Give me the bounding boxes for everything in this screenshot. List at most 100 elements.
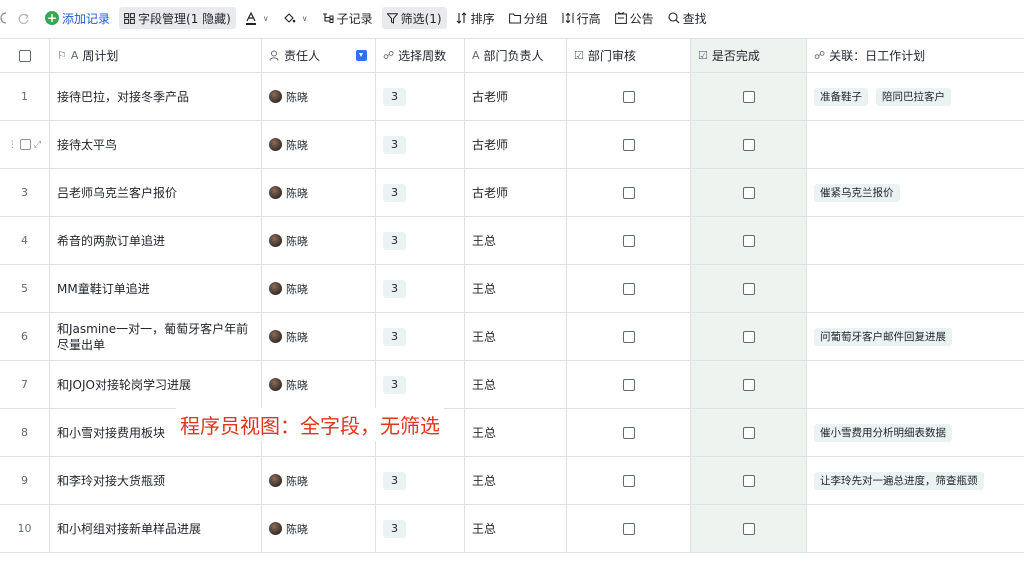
sub-record-button[interactable]: 子记录 xyxy=(317,7,378,29)
linked-record-tag[interactable]: 陪同巴拉客户 xyxy=(876,87,951,106)
table-row[interactable]: 8 和小雪对接费用板块 王总 催小雪费用分析明细表数据 xyxy=(0,409,1024,457)
owner-cell[interactable]: 陈晓 xyxy=(262,457,376,504)
plan-cell[interactable]: 吕老师乌克兰客户报价 xyxy=(50,169,262,216)
dept-head-cell[interactable]: 古老师 xyxy=(465,169,567,216)
owner-chip[interactable]: 陈晓 xyxy=(269,89,308,105)
owner-chip[interactable]: 陈晓 xyxy=(269,329,308,345)
week-cell[interactable]: 3 xyxy=(376,217,465,264)
week-cell[interactable]: 3 xyxy=(376,73,465,120)
table-row[interactable]: ⋮ ⤢ 接待太平鸟 陈晓 3 古老师 xyxy=(0,121,1024,169)
row-number-cell[interactable]: 4 xyxy=(0,217,50,264)
week-tag[interactable]: 3 xyxy=(383,231,406,250)
field-manage-button[interactable]: 字段管理(1 隐藏) xyxy=(119,7,236,29)
owner-chip[interactable]: 陈晓 xyxy=(269,137,308,153)
plan-cell[interactable]: 和小柯组对接新单样品进展 xyxy=(50,505,262,552)
owner-chip[interactable]: 陈晓 xyxy=(269,185,308,201)
dept-head-cell[interactable]: 古老师 xyxy=(465,73,567,120)
dept-review-checkbox[interactable] xyxy=(622,522,635,535)
week-tag[interactable]: 3 xyxy=(383,183,406,202)
done-checkbox[interactable] xyxy=(742,426,755,439)
dept-review-cell[interactable] xyxy=(567,73,691,120)
done-checkbox[interactable] xyxy=(742,474,755,487)
owner-chip[interactable]: 陈晓 xyxy=(269,377,308,393)
done-cell[interactable] xyxy=(691,361,807,408)
week-cell[interactable]: 3 xyxy=(376,457,465,504)
owner-cell[interactable]: 陈晓 xyxy=(262,265,376,312)
week-tag[interactable]: 3 xyxy=(383,375,406,394)
col-week[interactable]: ☍ 选择周数 xyxy=(376,39,465,72)
sort-button[interactable]: 排序 xyxy=(451,7,500,29)
row-select-cell[interactable]: ⋮ ⤢ xyxy=(0,121,50,168)
dept-head-cell[interactable]: 王总 xyxy=(465,505,567,552)
week-cell[interactable]: 3 xyxy=(376,169,465,216)
dept-review-cell[interactable] xyxy=(567,361,691,408)
plan-cell[interactable]: 和李玲对接大货瓶颈 xyxy=(50,457,262,504)
link-cell[interactable] xyxy=(807,265,1024,312)
dept-review-cell[interactable] xyxy=(567,409,691,456)
text-color-button[interactable]: ∨ xyxy=(240,7,274,29)
done-checkbox[interactable] xyxy=(742,138,755,151)
row-number-cell[interactable]: 6 xyxy=(0,313,50,360)
done-checkbox[interactable] xyxy=(742,234,755,247)
owner-chip[interactable]: 陈晓 xyxy=(269,233,308,249)
row-tools[interactable]: ⋮ ⤢ xyxy=(8,139,41,150)
col-link[interactable]: ☍ 关联：日工作计划 xyxy=(807,39,1024,72)
done-checkbox[interactable] xyxy=(742,378,755,391)
week-cell[interactable]: 3 xyxy=(376,265,465,312)
linked-record-tag[interactable]: 催小雪费用分析明细表数据 xyxy=(814,423,952,442)
row-number-cell[interactable]: 3 xyxy=(0,169,50,216)
dept-review-checkbox[interactable] xyxy=(622,426,635,439)
dept-review-checkbox[interactable] xyxy=(622,90,635,103)
link-cell[interactable] xyxy=(807,121,1024,168)
plan-cell[interactable]: 和JOJO对接轮岗学习进展 xyxy=(50,361,262,408)
dept-review-checkbox[interactable] xyxy=(622,234,635,247)
plan-cell[interactable]: 希音的两款订单追进 xyxy=(50,217,262,264)
row-number-cell[interactable]: 9 xyxy=(0,457,50,504)
dept-review-checkbox[interactable] xyxy=(622,138,635,151)
find-button[interactable]: 查找 xyxy=(663,7,712,29)
week-cell[interactable]: 3 xyxy=(376,121,465,168)
col-dept-review[interactable]: ☑ 部门审核 xyxy=(567,39,691,72)
done-checkbox[interactable] xyxy=(742,186,755,199)
table-row[interactable]: 3 吕老师乌克兰客户报价 陈晓 3 古老师 催紧乌克兰报价 xyxy=(0,169,1024,217)
dept-head-cell[interactable]: 王总 xyxy=(465,361,567,408)
link-cell[interactable]: 问葡萄牙客户邮件回复进展 xyxy=(807,313,1024,360)
dept-head-cell[interactable]: 王总 xyxy=(465,409,567,456)
plan-cell[interactable]: 接待太平鸟 xyxy=(50,121,262,168)
dept-review-cell[interactable] xyxy=(567,505,691,552)
drag-handle-icon[interactable]: ⋮ xyxy=(8,140,17,150)
row-number-cell[interactable]: 10 xyxy=(0,505,50,552)
table-row[interactable]: 1 接待巴拉，对接冬季产品 陈晓 3 古老师 准备鞋子 陪同巴拉客户 xyxy=(0,73,1024,121)
done-checkbox[interactable] xyxy=(742,522,755,535)
dept-review-checkbox[interactable] xyxy=(622,378,635,391)
col-done[interactable]: ☑ 是否完成 xyxy=(691,39,807,72)
link-cell[interactable] xyxy=(807,361,1024,408)
table-row[interactable]: 4 希音的两款订单追进 陈晓 3 王总 xyxy=(0,217,1024,265)
link-cell[interactable]: 准备鞋子 陪同巴拉客户 xyxy=(807,73,1024,120)
table-row[interactable]: 5 MM童鞋订单追进 陈晓 3 王总 xyxy=(0,265,1024,313)
dept-review-checkbox[interactable] xyxy=(622,474,635,487)
week-tag[interactable]: 3 xyxy=(383,471,406,490)
group-button[interactable]: 分组 xyxy=(504,7,553,29)
done-cell[interactable] xyxy=(691,169,807,216)
linked-record-tag[interactable]: 准备鞋子 xyxy=(814,87,868,106)
dept-review-cell[interactable] xyxy=(567,121,691,168)
col-weekly-plan[interactable]: ⚐ A 周计划 xyxy=(50,39,262,72)
week-tag[interactable]: 3 xyxy=(383,87,406,106)
dept-review-checkbox[interactable] xyxy=(622,330,635,343)
week-cell[interactable]: 3 xyxy=(376,505,465,552)
owner-cell[interactable]: 陈晓 xyxy=(262,73,376,120)
done-checkbox[interactable] xyxy=(742,282,755,295)
done-cell[interactable] xyxy=(691,457,807,504)
table-row[interactable]: 10 和小柯组对接新单样品进展 陈晓 3 王总 xyxy=(0,505,1024,553)
dept-head-cell[interactable]: 王总 xyxy=(465,217,567,264)
done-cell[interactable] xyxy=(691,409,807,456)
row-checkbox[interactable] xyxy=(19,139,31,150)
link-cell[interactable]: 催小雪费用分析明细表数据 xyxy=(807,409,1024,456)
owner-cell[interactable]: 陈晓 xyxy=(262,121,376,168)
dept-review-cell[interactable] xyxy=(567,313,691,360)
week-tag[interactable]: 3 xyxy=(383,279,406,298)
done-cell[interactable] xyxy=(691,121,807,168)
row-number-cell[interactable]: 5 xyxy=(0,265,50,312)
owner-cell[interactable]: 陈晓 xyxy=(262,505,376,552)
